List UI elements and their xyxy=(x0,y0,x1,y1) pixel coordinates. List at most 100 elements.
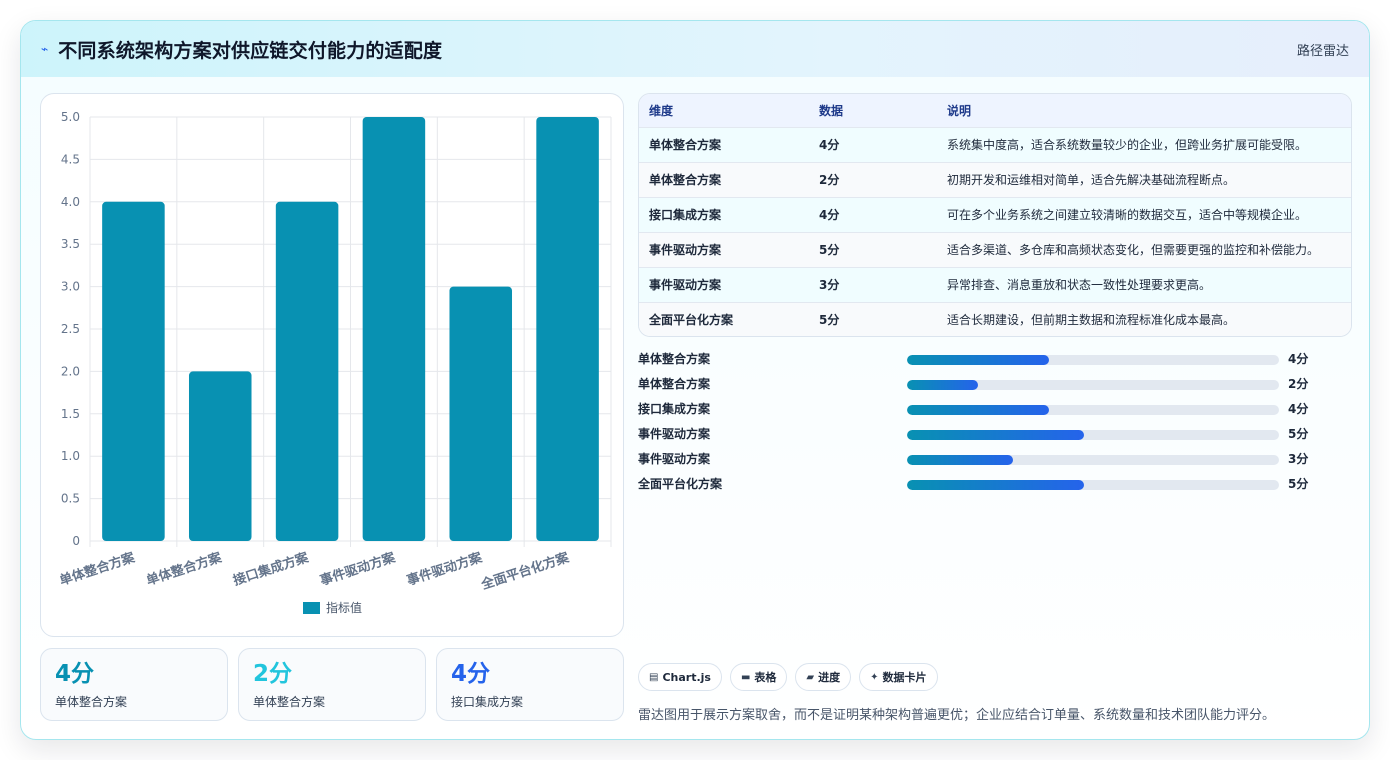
chart-icon: ▤ xyxy=(649,671,659,683)
progress-fill xyxy=(907,480,1085,490)
cell-value: 4分 xyxy=(819,208,840,222)
table-icon: ▬ xyxy=(740,671,751,683)
progress-row: 接口集成方案 4分 xyxy=(638,397,1352,422)
legend-swatch xyxy=(303,602,320,614)
cell-value: 5分 xyxy=(819,313,840,328)
y-tick-label: 3.5 xyxy=(61,237,80,251)
chip-table[interactable]: ▬ 表格 xyxy=(729,663,788,691)
table-row: 全面平台化方案 5分 适合长期建设，但前期主数据和流程标准化成本最高。 xyxy=(639,302,1351,336)
progress-label: 事件驱动方案 xyxy=(638,427,711,441)
column-header-dimension: 维度 xyxy=(649,103,674,118)
data-table: 维度 数据 说明 单体整合方案 4分 系统集中度高，适合系统数量较少的企业，但跨… xyxy=(638,93,1352,337)
progress-fill xyxy=(907,405,1049,415)
chip-chartjs[interactable]: ▤ Chart.js xyxy=(638,663,722,691)
header-badge: 路径雷达 xyxy=(1296,43,1349,59)
x-tick-label: 全面平台化方案 xyxy=(478,549,571,593)
progress-track xyxy=(907,430,1279,440)
bar xyxy=(536,117,599,541)
stat-card-3: 4分 接口集成方案 xyxy=(436,648,624,721)
table-header-row: 维度 数据 说明 xyxy=(639,94,1351,127)
y-tick-label: 1.0 xyxy=(61,449,80,463)
stat-value: 4分 xyxy=(55,661,95,687)
progress-value: 4分 xyxy=(1288,352,1309,366)
progress-row: 单体整合方案 4分 xyxy=(638,347,1352,372)
page-title: 不同系统架构方案对供应链交付能力的适配度 xyxy=(58,39,443,62)
progress-label: 单体整合方案 xyxy=(638,352,711,366)
progress-fill xyxy=(907,355,1049,365)
progress-label: 全面平台化方案 xyxy=(638,477,723,491)
stat-label: 单体整合方案 xyxy=(55,695,128,709)
chip-label: Chart.js xyxy=(662,670,711,684)
progress-label: 事件驱动方案 xyxy=(638,452,711,466)
chip-label: 进度 xyxy=(818,671,841,684)
progress-value: 3分 xyxy=(1288,452,1309,466)
cell-value: 2分 xyxy=(819,173,840,187)
cell-description: 可在多个业务系统之间建立较清晰的数据交互，适合中等规模企业。 xyxy=(947,208,1308,222)
wave-icon: ⌁ xyxy=(41,42,49,56)
cell-value: 3分 xyxy=(819,278,840,292)
progress-track xyxy=(907,380,1279,390)
dashboard-card: ⌁ 不同系统架构方案对供应链交付能力的适配度 路径雷达 0 0.5 1.0 1.5 2.… xyxy=(20,20,1370,740)
bar xyxy=(449,286,513,541)
y-tick-label: 4.0 xyxy=(61,195,80,209)
cell-value: 5分 xyxy=(819,243,840,257)
x-tick-label: 事件驱动方案 xyxy=(318,549,398,589)
feature-chips: ▤ Chart.js ▬ 表格 ▰ 进度 ✦ 数据卡片 xyxy=(638,663,938,691)
cell-value: 4分 xyxy=(819,138,840,152)
progress-track xyxy=(907,480,1279,490)
table-row: 事件驱动方案 5分 适合多渠道、多仓库和高频状态变化，但需要更强的监控和补偿能力… xyxy=(639,232,1351,267)
bar-chart-panel: 0 0.5 1.0 1.5 2.0 2.5 3.0 3.5 4.0 4.5 5.0 单体整合方案 单体整… xyxy=(40,93,624,637)
y-tick-label: 2.5 xyxy=(61,322,80,336)
y-tick-label: 0 xyxy=(72,534,80,548)
cell-description: 适合多渠道、多仓库和高频状态变化，但需要更强的监控和补偿能力。 xyxy=(947,243,1320,257)
table-row: 接口集成方案 4分 可在多个业务系统之间建立较清晰的数据交互，适合中等规模企业。 xyxy=(639,197,1351,232)
stat-value: 4分 xyxy=(451,661,491,687)
cell-dimension: 事件驱动方案 xyxy=(649,243,722,257)
progress-track xyxy=(907,405,1279,415)
progress-icon: ▰ xyxy=(806,671,815,683)
table-row: 事件驱动方案 3分 异常排查、消息重放和状态一致性处理要求更高。 xyxy=(639,267,1351,302)
bar xyxy=(275,201,339,542)
column-header-description: 说明 xyxy=(947,103,972,118)
bar xyxy=(102,201,165,542)
stat-card-2: 2分 单体整合方案 xyxy=(238,648,426,721)
bar xyxy=(362,117,426,541)
x-tick-label: 单体整合方案 xyxy=(144,549,224,589)
cell-description: 异常排查、消息重放和状态一致性处理要求更高。 xyxy=(947,278,1212,292)
cell-description: 初期开发和运维相对简单，适合先解决基础流程断点。 xyxy=(947,173,1236,187)
stat-label: 单体整合方案 xyxy=(253,695,326,709)
progress-value: 4分 xyxy=(1288,402,1309,416)
y-tick-label: 3.0 xyxy=(61,280,80,294)
progress-fill xyxy=(907,455,1014,465)
footer-note: 雷达图用于展示方案取舍，而不是证明某种架构普遍更优；企业应结合订单量、系统数量和… xyxy=(638,708,1276,723)
progress-row: 事件驱动方案 3分 xyxy=(638,447,1352,472)
progress-track xyxy=(907,355,1279,365)
progress-fill xyxy=(907,430,1085,440)
progress-value: 5分 xyxy=(1288,477,1309,491)
progress-value: 5分 xyxy=(1288,427,1309,441)
cell-description: 适合长期建设，但前期主数据和流程标准化成本最高。 xyxy=(947,313,1236,328)
chip-progress[interactable]: ▰ 进度 xyxy=(795,663,852,691)
cell-dimension: 全面平台化方案 xyxy=(649,313,734,328)
progress-row: 单体整合方案 2分 xyxy=(638,372,1352,397)
header: ⌁ 不同系统架构方案对供应链交付能力的适配度 路径雷达 xyxy=(21,21,1369,77)
y-tick-label: 1.5 xyxy=(61,407,80,421)
x-tick-label: 接口集成方案 xyxy=(231,549,311,589)
progress-label: 单体整合方案 xyxy=(638,377,711,391)
cell-description: 系统集中度高，适合系统数量较少的企业，但跨业务扩展可能受限。 xyxy=(947,138,1308,152)
sparkle-icon: ✦ xyxy=(870,671,879,683)
bar xyxy=(188,371,252,541)
progress-fill xyxy=(907,380,978,390)
progress-track xyxy=(907,455,1279,465)
stat-value: 2分 xyxy=(253,661,293,687)
table-row: 单体整合方案 4分 系统集中度高，适合系统数量较少的企业，但跨业务扩展可能受限。 xyxy=(639,127,1351,162)
cell-dimension: 单体整合方案 xyxy=(649,173,722,187)
progress-row: 全面平台化方案 5分 xyxy=(638,472,1352,497)
y-tick-label: 4.5 xyxy=(61,152,80,166)
stat-card-1: 4分 单体整合方案 xyxy=(40,648,228,721)
chip-data-cards[interactable]: ✦ 数据卡片 xyxy=(859,663,938,691)
table-row: 单体整合方案 2分 初期开发和运维相对简单，适合先解决基础流程断点。 xyxy=(639,162,1351,197)
y-tick-label: 2.0 xyxy=(61,364,80,378)
cell-dimension: 事件驱动方案 xyxy=(649,278,722,292)
chip-label: 数据卡片 xyxy=(882,671,927,684)
